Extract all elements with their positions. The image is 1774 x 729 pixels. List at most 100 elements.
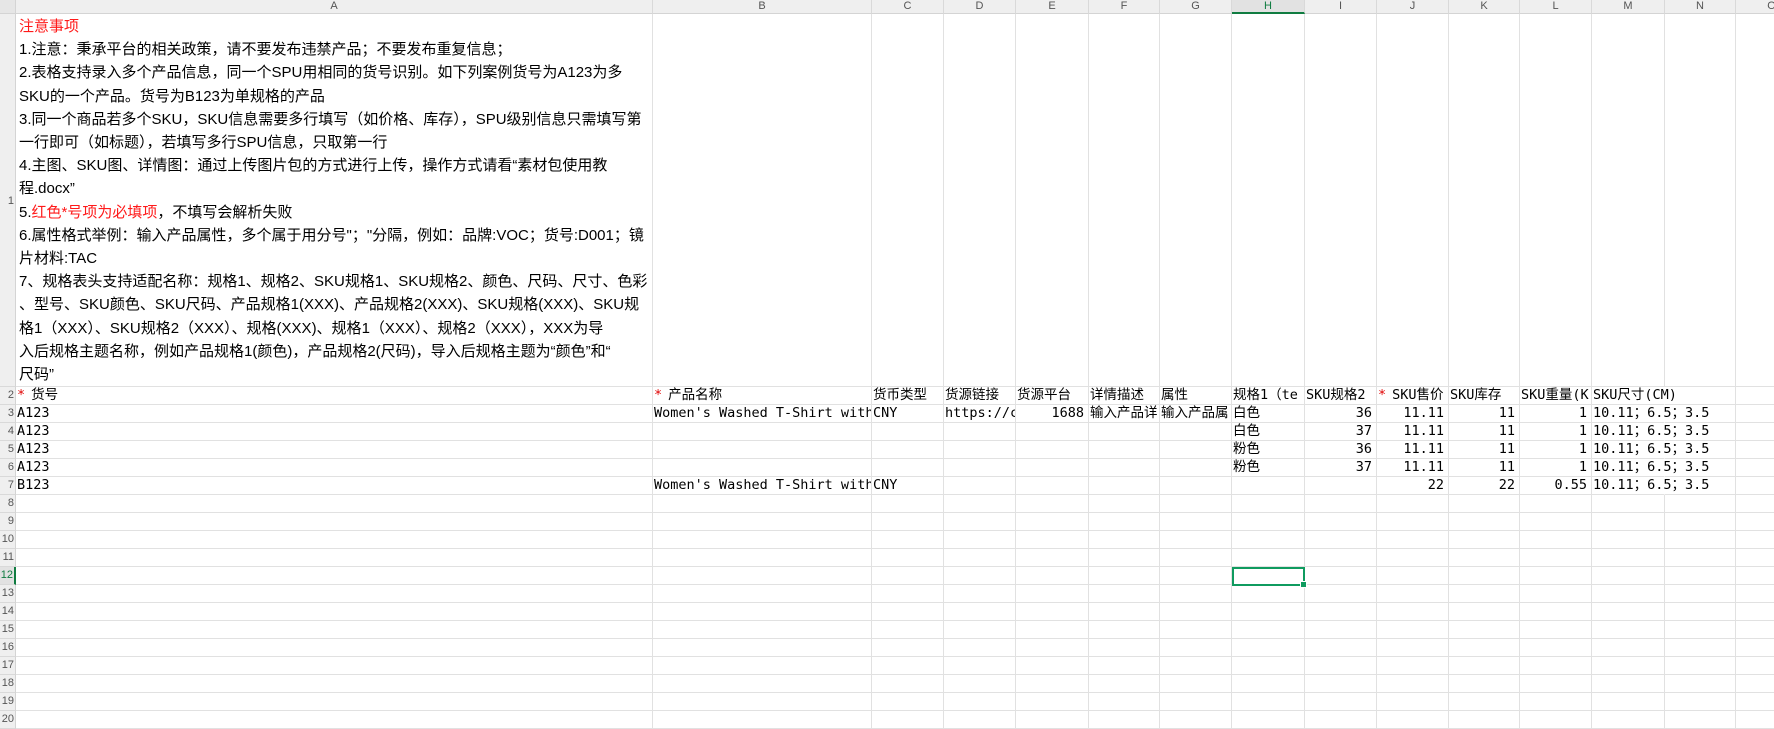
cell-g9[interactable] [1160, 513, 1232, 531]
cell-b20[interactable] [653, 711, 872, 729]
cell-f20[interactable] [1089, 711, 1160, 729]
column-header-n[interactable]: N [1665, 0, 1736, 14]
cell-m6[interactable]: 10.11；6.5；3.5 [1592, 459, 1709, 477]
row-header-11[interactable]: 11 [0, 549, 16, 567]
cell-c16[interactable] [872, 639, 944, 657]
cell-b16[interactable] [653, 639, 872, 657]
cell-c3[interactable]: CNY [872, 405, 944, 423]
cell-h14[interactable] [1232, 603, 1305, 621]
cell-k15[interactable] [1449, 621, 1520, 639]
cell-k14[interactable] [1449, 603, 1520, 621]
row-header-9[interactable]: 9 [0, 513, 16, 531]
row-header-15[interactable]: 15 [0, 621, 16, 639]
cell-j11[interactable] [1377, 549, 1449, 567]
cell-g17[interactable] [1160, 657, 1232, 675]
cell-l13[interactable] [1520, 585, 1592, 603]
cell-c1[interactable] [872, 14, 944, 387]
column-header-o[interactable]: O [1736, 0, 1774, 14]
row-header-1[interactable]: 1 [0, 14, 16, 387]
cell-i11[interactable] [1305, 549, 1377, 567]
cell-j12[interactable] [1377, 567, 1449, 585]
cell-k7[interactable]: 22 [1449, 477, 1520, 495]
cell-m20[interactable] [1592, 711, 1665, 729]
cell-g8[interactable] [1160, 495, 1232, 513]
cell-d20[interactable] [944, 711, 1016, 729]
cell-m11[interactable] [1592, 549, 1665, 567]
cell-o6[interactable] [1736, 459, 1774, 477]
cell-a10[interactable] [16, 531, 653, 549]
cell-i5[interactable]: 36 [1305, 441, 1377, 459]
column-header-f[interactable]: F [1089, 0, 1160, 14]
cell-k10[interactable] [1449, 531, 1520, 549]
cell-o16[interactable] [1736, 639, 1774, 657]
cell-e19[interactable] [1016, 693, 1089, 711]
cell-j8[interactable] [1377, 495, 1449, 513]
cell-k3[interactable]: 11 [1449, 405, 1520, 423]
cell-a15[interactable] [16, 621, 653, 639]
cell-b9[interactable] [653, 513, 872, 531]
cell-c14[interactable] [872, 603, 944, 621]
cell-l14[interactable] [1520, 603, 1592, 621]
cell-g19[interactable] [1160, 693, 1232, 711]
cell-b4[interactable] [653, 423, 872, 441]
row-header-19[interactable]: 19 [0, 693, 16, 711]
row-header-8[interactable]: 8 [0, 495, 16, 513]
cell-f19[interactable] [1089, 693, 1160, 711]
cell-i20[interactable] [1305, 711, 1377, 729]
cell-c9[interactable] [872, 513, 944, 531]
column-header-j[interactable]: J [1377, 0, 1449, 14]
cell-o20[interactable] [1736, 711, 1774, 729]
cell-j14[interactable] [1377, 603, 1449, 621]
cell-e9[interactable] [1016, 513, 1089, 531]
cell-n15[interactable] [1665, 621, 1736, 639]
cell-e12[interactable] [1016, 567, 1089, 585]
cell-b14[interactable] [653, 603, 872, 621]
cell-c12[interactable] [872, 567, 944, 585]
cell-l10[interactable] [1520, 531, 1592, 549]
cell-j20[interactable] [1377, 711, 1449, 729]
cell-i7[interactable] [1305, 477, 1377, 495]
cell-b6[interactable] [653, 459, 872, 477]
cell-b2[interactable]: * 产品名称 [653, 387, 872, 405]
cell-b10[interactable] [653, 531, 872, 549]
cell-m9[interactable] [1592, 513, 1665, 531]
cell-j1[interactable] [1377, 14, 1449, 387]
cell-f10[interactable] [1089, 531, 1160, 549]
cell-m18[interactable] [1592, 675, 1665, 693]
cell-l16[interactable] [1520, 639, 1592, 657]
cell-o3[interactable] [1736, 405, 1774, 423]
cell-o5[interactable] [1736, 441, 1774, 459]
cell-f16[interactable] [1089, 639, 1160, 657]
cell-l9[interactable] [1520, 513, 1592, 531]
cell-m2[interactable]: SKU尺寸(CM) [1592, 387, 1677, 405]
column-header-i[interactable]: I [1305, 0, 1377, 14]
cell-i17[interactable] [1305, 657, 1377, 675]
cell-i14[interactable] [1305, 603, 1377, 621]
column-header-k[interactable]: K [1449, 0, 1520, 14]
cell-j15[interactable] [1377, 621, 1449, 639]
cell-j18[interactable] [1377, 675, 1449, 693]
cell-j5[interactable]: 11.11 [1377, 441, 1449, 459]
cell-f11[interactable] [1089, 549, 1160, 567]
cell-d15[interactable] [944, 621, 1016, 639]
cell-a12[interactable] [16, 567, 653, 585]
row-header-2[interactable]: 2 [0, 387, 16, 405]
cell-o13[interactable] [1736, 585, 1774, 603]
cell-n20[interactable] [1665, 711, 1736, 729]
cell-m1[interactable] [1592, 14, 1665, 387]
fill-handle[interactable] [1300, 581, 1307, 588]
cell-c15[interactable] [872, 621, 944, 639]
cell-n18[interactable] [1665, 675, 1736, 693]
cell-l6[interactable]: 1 [1520, 459, 1592, 477]
cell-l12[interactable] [1520, 567, 1592, 585]
cell-h6[interactable]: 粉色 [1232, 459, 1305, 477]
row-header-10[interactable]: 10 [0, 531, 16, 549]
cell-f2[interactable]: 详情描述 [1089, 387, 1160, 405]
column-header-g[interactable]: G [1160, 0, 1232, 14]
cell-m10[interactable] [1592, 531, 1665, 549]
cell-n10[interactable] [1665, 531, 1736, 549]
cell-c5[interactable] [872, 441, 944, 459]
cell-k16[interactable] [1449, 639, 1520, 657]
cell-l18[interactable] [1520, 675, 1592, 693]
cell-o4[interactable] [1736, 423, 1774, 441]
